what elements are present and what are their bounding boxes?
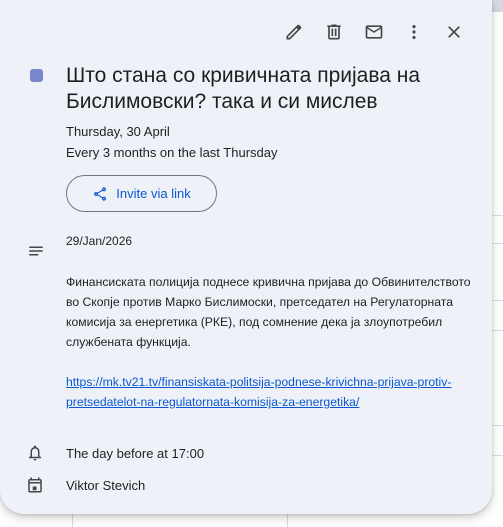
description-icon — [29, 246, 43, 256]
background-gridline — [492, 300, 503, 301]
background-gridline — [492, 243, 503, 244]
event-recurrence: Every 3 months on the last Thursday — [66, 145, 278, 160]
background-gridline — [492, 425, 503, 426]
notification-text: The day before at 17:00 — [66, 445, 205, 461]
calendar-owner: Viktor Stevich — [66, 477, 146, 493]
close-button[interactable] — [434, 20, 474, 44]
pencil-icon — [286, 24, 302, 40]
email-guests-button[interactable] — [354, 20, 394, 44]
more-options-button[interactable] — [394, 20, 434, 44]
invite-via-link-button[interactable]: Invite via link — [66, 175, 217, 212]
background-gridline — [492, 455, 503, 456]
description-text: Финансиската полиција поднесе кривична п… — [66, 275, 471, 349]
invite-via-link-label: Invite via link — [116, 186, 191, 201]
background-gridline — [492, 215, 503, 216]
bell-icon — [29, 445, 41, 461]
background-gridline — [492, 330, 503, 331]
calendar-row: Viktor Stevich — [26, 476, 145, 494]
description-date: 29/Jan/2026 — [66, 234, 133, 248]
mail-icon — [365, 25, 383, 39]
background-gridline — [72, 514, 73, 527]
notification-row: The day before at 17:00 — [26, 444, 204, 462]
delete-event-button[interactable] — [314, 20, 354, 44]
calendar-icon — [28, 477, 42, 493]
event-details-card: Што стана со кривичната пријава на Бисли… — [0, 0, 492, 514]
background-gridline — [287, 514, 288, 527]
event-date: Thursday, 30 April — [66, 124, 170, 139]
event-title: Што стана со кривичната пријава на Бисли… — [66, 64, 421, 113]
edit-event-button[interactable] — [274, 20, 314, 44]
event-color-square — [30, 69, 43, 82]
share-icon — [94, 186, 107, 201]
trash-icon — [327, 24, 341, 40]
close-icon — [448, 26, 460, 38]
description-link[interactable]: https://mk.tv21.tv/finansiskata-politsij… — [66, 372, 466, 412]
event-toolbar — [274, 20, 474, 44]
more-vert-icon — [412, 25, 416, 39]
